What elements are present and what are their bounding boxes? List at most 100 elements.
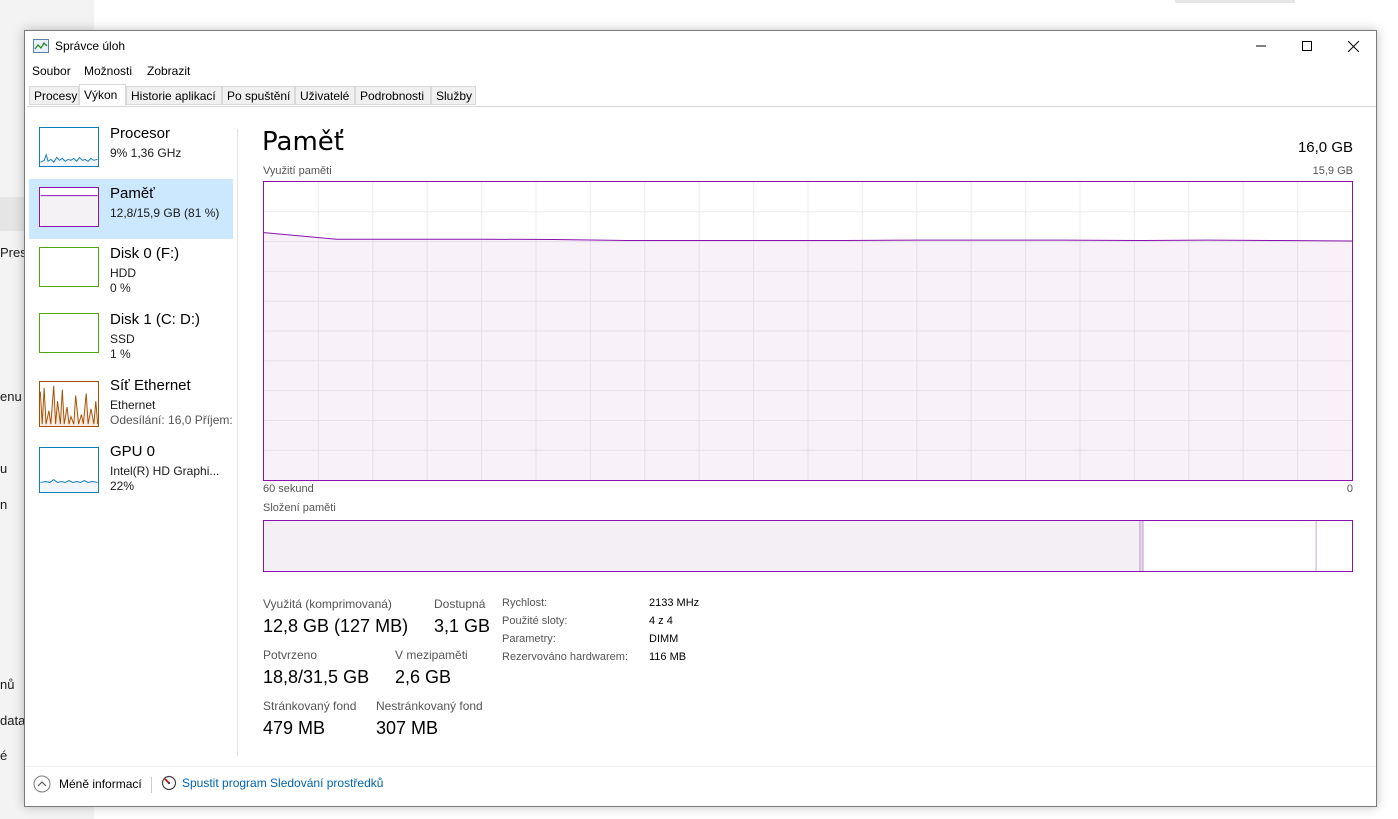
sidebar-item-detail: Ethernet: [110, 398, 156, 412]
nonpaged-pool-label: Nestránkovaný fond: [376, 699, 483, 713]
window-title: Správce úloh: [55, 39, 126, 53]
sidebar-item-title: Paměť: [110, 185, 155, 202]
in-use-value: 12,8 GB (127 MB): [263, 616, 409, 636]
sidebar-item-disk-1[interactable]: Disk 1 (C: D:) SSD 1 %: [29, 305, 233, 365]
background-text: é: [0, 748, 8, 763]
background-text: u: [0, 461, 8, 476]
tab-users[interactable]: Uživatelé: [295, 86, 355, 105]
sidebar-item-title: Disk 1 (C: D:): [110, 311, 200, 328]
detail-value: 116 MB: [649, 651, 687, 663]
minimize-button[interactable]: [1238, 31, 1284, 61]
detail-value: 2133 MHz: [649, 597, 700, 609]
detail-label: Rychlost:: [502, 597, 548, 609]
maximize-icon: [1302, 41, 1312, 51]
sidebar-item-detail: 9% 1,36 GHz: [110, 146, 182, 160]
available-value: 3,1 GB: [434, 616, 491, 636]
menu-options[interactable]: Možnosti: [84, 64, 132, 78]
footer-divider: [25, 766, 1376, 767]
composition-free[interactable]: [1316, 521, 1352, 571]
sidebar-item-detail: Intel(R) HD Graphi...: [110, 464, 220, 478]
background-text: data: [0, 713, 26, 728]
sidebar-item-detail: 22%: [110, 479, 135, 493]
usage-chart-max: 15,9 GB: [1312, 165, 1353, 177]
composition-label: Složení paměti: [263, 502, 336, 514]
tab-processes[interactable]: Procesy: [29, 86, 79, 105]
memory-composition-plot: [264, 521, 1352, 571]
tab-performance[interactable]: Výkon: [79, 84, 126, 106]
page-title: Paměť: [262, 127, 344, 157]
chart-time-left: 60 sekund: [263, 483, 314, 495]
sidebar-item-title: GPU 0: [110, 443, 156, 460]
cpu-thumbnail: [39, 127, 99, 167]
sidebar-item-detail: 1 %: [110, 347, 131, 361]
sidebar-item-cpu[interactable]: Procesor 9% 1,36 GHz: [29, 119, 233, 179]
tab-details[interactable]: Podrobnosti: [355, 86, 431, 105]
sidebar-item-title: Procesor: [110, 125, 171, 142]
resource-monitor-label: Spustit program Sledování prostředků: [182, 776, 384, 790]
memory-thumbnail: [39, 187, 99, 227]
memory-usage-chart: [263, 181, 1353, 481]
menu-bar: Soubor Možnosti Zobrazit: [25, 61, 1376, 81]
sidebar-item-ethernet[interactable]: Síť Ethernet Ethernet Odesílání: 16,0 Př…: [29, 371, 233, 431]
memory-composition-bar: [263, 520, 1353, 572]
memory-usage-plot: [263, 182, 1353, 480]
tab-startup[interactable]: Po spuštění: [222, 86, 295, 105]
background-text: n: [0, 497, 8, 512]
disk-0-thumbnail: [39, 247, 99, 287]
memory-total: 16,0 GB: [1297, 139, 1353, 156]
nonpaged-pool-value: 307 MB: [376, 718, 439, 738]
gpu-thumbnail: [39, 447, 99, 493]
paged-pool-label: Stránkovaný fond: [263, 699, 357, 713]
tab-bar: Procesy Výkon Historie aplikací Po spušt…: [27, 84, 1376, 107]
sidebar-item-memory[interactable]: Paměť 12,8/15,9 GB (81 %): [29, 179, 233, 239]
menu-file[interactable]: Soubor: [32, 64, 71, 78]
chevron-up-icon: [33, 775, 51, 793]
available-label: Dostupná: [434, 597, 486, 611]
menu-view[interactable]: Zobrazit: [147, 64, 190, 78]
committed-label: Potvrzeno: [263, 648, 318, 662]
minimize-icon: [1256, 45, 1266, 47]
detail-value: 4 z 4: [649, 615, 673, 627]
composition-standby[interactable]: [1143, 521, 1317, 571]
sidebar-item-detail: Odesílání: 16,0 Příjem: 0: [110, 413, 233, 427]
memory-usage-area: [264, 232, 1352, 480]
detail-label: Rezervováno hardwarem:: [502, 651, 628, 663]
paged-pool-value: 479 MB: [263, 718, 326, 738]
usage-chart-label: Využití paměti: [263, 165, 332, 177]
detail-value: DIMM: [649, 633, 679, 645]
sidebar-item-gpu[interactable]: GPU 0 Intel(R) HD Graphi... 22%: [29, 437, 233, 497]
cached-value: 2,6 GB: [395, 667, 452, 687]
sidebar-item-detail: SSD: [110, 332, 135, 346]
background-text: nů: [0, 677, 15, 692]
fewer-details-label: Méně informací: [59, 777, 142, 791]
title-bar[interactable]: Správce úloh: [25, 31, 1376, 61]
task-manager-icon: [33, 39, 49, 53]
detail-label: Použité sloty:: [502, 615, 568, 627]
maximize-button[interactable]: [1284, 31, 1330, 61]
sidebar-item-disk-0[interactable]: Disk 0 (F:) HDD 0 %: [29, 239, 233, 299]
background-top-box: [1175, 0, 1295, 3]
committed-value: 18,8/31,5 GB: [263, 667, 370, 687]
chart-time-right: 0: [1346, 483, 1353, 495]
resource-monitor-link[interactable]: Spustit program Sledování prostředků: [161, 775, 383, 791]
background-text: Pres: [0, 245, 27, 260]
ethernet-thumbnail: [39, 381, 99, 427]
disk-1-thumbnail: [39, 313, 99, 353]
close-icon: [1347, 40, 1359, 52]
resource-monitor-icon: [161, 775, 177, 791]
sidebar-item-detail: 12,8/15,9 GB (81 %): [110, 206, 220, 220]
background-text: enu: [0, 389, 22, 404]
sidebar-item-detail: 0 %: [110, 281, 131, 295]
cached-label: V mezipaměti: [395, 648, 468, 662]
panel-divider: [237, 129, 238, 756]
tab-services[interactable]: Služby: [431, 86, 476, 105]
tab-app-history[interactable]: Historie aplikací: [126, 86, 222, 105]
task-manager-window: Správce úloh Soubor Možnosti Zobrazit Pr…: [24, 30, 1377, 807]
fewer-details-button[interactable]: Méně informací: [33, 775, 142, 793]
close-button[interactable]: [1330, 31, 1376, 61]
sidebar-item-detail: HDD: [110, 266, 136, 280]
background-selected-row: [0, 197, 24, 231]
composition-in-use[interactable]: [264, 521, 1140, 571]
footer-separator: [151, 777, 152, 793]
sidebar-item-title: Disk 0 (F:): [110, 245, 180, 262]
